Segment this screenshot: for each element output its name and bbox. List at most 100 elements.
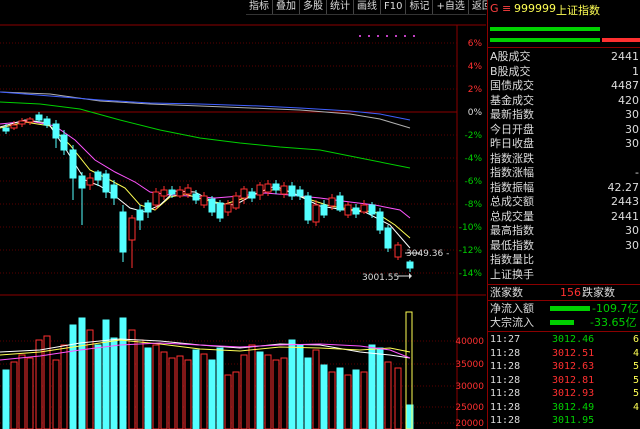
tick-price: 3012.51 (552, 347, 595, 359)
axis-tick-label: 0% (468, 108, 483, 118)
tick-row: 11:28 3012.81 5 (488, 374, 640, 388)
high-label: 3049.36 - (406, 249, 449, 259)
candle-body (394, 244, 402, 258)
tick-volume: 4 (632, 347, 639, 359)
stat-row: 指数量比 (488, 253, 640, 267)
stat-label: 最新指数 (490, 108, 534, 121)
panel-divider (488, 300, 640, 301)
tick-time: 11:28 (490, 388, 521, 399)
candle-body (296, 189, 304, 197)
stat-label: A股成交 (490, 50, 531, 63)
candle-body (10, 124, 18, 129)
candle-body (288, 185, 296, 197)
volume-bar (312, 349, 320, 429)
candle-body (78, 175, 86, 189)
volume-bar (184, 359, 192, 429)
volume-bar (248, 344, 256, 429)
toolbar-indicator[interactable]: 指标 (246, 0, 273, 14)
toolbar-overlay[interactable]: 叠加 (273, 0, 300, 14)
net-flow-value: -109.7亿 (592, 302, 639, 315)
stat-row: 国债成交 4487 (488, 79, 640, 93)
stat-row: 最高指数 30 (488, 224, 640, 238)
tick-time: 11:27 (490, 334, 521, 345)
kline-chart[interactable]: 3049.36 - 3001.55 6% 4% 2% 0% -2% -4% -6% -8% -1… (0, 14, 486, 429)
volume-bar (176, 355, 184, 429)
volume-bar (200, 353, 208, 429)
stat-label: 上证换手 (490, 267, 534, 281)
candle-body (248, 191, 256, 199)
volume-bar (304, 357, 312, 429)
axis-tick-label: 6% (468, 39, 483, 49)
candle-body (176, 189, 184, 197)
candle-body (128, 217, 136, 241)
up-count: 156 (560, 286, 581, 299)
tick-volume: 5 (632, 374, 639, 386)
panel-header: G ≡ 999999 上证指数 (488, 0, 640, 18)
axis-tick-label: -6% (464, 177, 482, 187)
volume-bar (160, 351, 168, 429)
volume-bar (94, 344, 102, 429)
volume-bar (394, 367, 402, 429)
toolbar-multi-stock[interactable]: 多股 (300, 0, 327, 14)
stat-row: 最低指数 30 (488, 239, 640, 253)
volume-bar (384, 361, 392, 429)
stat-label: 总成交量 (490, 209, 534, 223)
tick-row: 11:28 3012.49 4 (488, 401, 640, 415)
tick-volume: 5 (632, 361, 639, 372)
stat-label: 基金成交 (490, 93, 534, 107)
candle-body (43, 118, 51, 126)
candle-body (216, 202, 224, 219)
tick-row: 11:28 3012.51 4 (488, 347, 640, 361)
stat-value: 42.27 (607, 180, 640, 194)
tick-price: 3012.49 (552, 401, 595, 413)
toolbar-draw-line[interactable]: 画线 (354, 0, 381, 14)
candle-body (360, 204, 368, 213)
toolbar-mark[interactable]: 标记 (406, 0, 434, 14)
volume-bar (376, 347, 384, 429)
tick-row: 11:28 3012.93 5 (488, 387, 640, 401)
candle-body (224, 203, 232, 213)
block-flow-bar (550, 320, 574, 325)
candle-body (256, 184, 264, 196)
header-prefix: G (490, 2, 499, 15)
candle-body (240, 188, 248, 199)
candle-body (52, 123, 60, 139)
stat-value: 2441 (611, 209, 639, 223)
toolbar: 指标 叠加 多股 统计 画线 F10 标记 +自选 返回 (246, 0, 496, 15)
down-count-label: 跌家数 (582, 286, 615, 299)
menu-icon[interactable]: ≡ (502, 2, 511, 15)
stat-row: 总成交量 2441 (488, 210, 640, 224)
stat-row: 最新指数 30 (488, 108, 640, 122)
toolbar-add-watchlist[interactable]: +自选 (433, 0, 469, 14)
candle-body (264, 183, 272, 193)
candle-body (406, 261, 414, 269)
stat-value: - (635, 166, 639, 179)
volume-bar (110, 337, 118, 429)
stat-value: 30 (625, 238, 639, 252)
net-flow-bar (550, 306, 590, 311)
volume-bar (224, 374, 232, 429)
stat-label: 最高指数 (490, 224, 534, 237)
candle-body (208, 198, 216, 213)
low-arrow-head (409, 273, 412, 279)
stat-label: 今日开盘 (490, 122, 534, 136)
stat-value: 420 (618, 93, 639, 107)
volume-tick-label: 25000 (455, 403, 484, 413)
candle-body (119, 211, 127, 253)
stat-row: 基金成交 420 (488, 94, 640, 108)
candle-body (304, 195, 312, 221)
toolbar-f10[interactable]: F10 (381, 0, 407, 14)
volume-bar (136, 339, 144, 429)
stat-value: 30 (625, 224, 639, 237)
candle-body (26, 118, 34, 123)
candle-body (110, 184, 118, 199)
toolbar-statistics[interactable]: 统计 (327, 0, 354, 14)
volume-bar (216, 347, 224, 429)
low-label: 3001.55 (362, 273, 399, 283)
info-panel: G ≡ 999999 上证指数 A股成交 2441 B股成交 1 国债成交 4487 基金成… (487, 0, 640, 429)
candle-body (376, 211, 384, 231)
candle-body (384, 227, 392, 249)
candle-body (336, 195, 344, 211)
axis-tick-label: -10% (459, 223, 483, 233)
candle-body (94, 171, 102, 181)
